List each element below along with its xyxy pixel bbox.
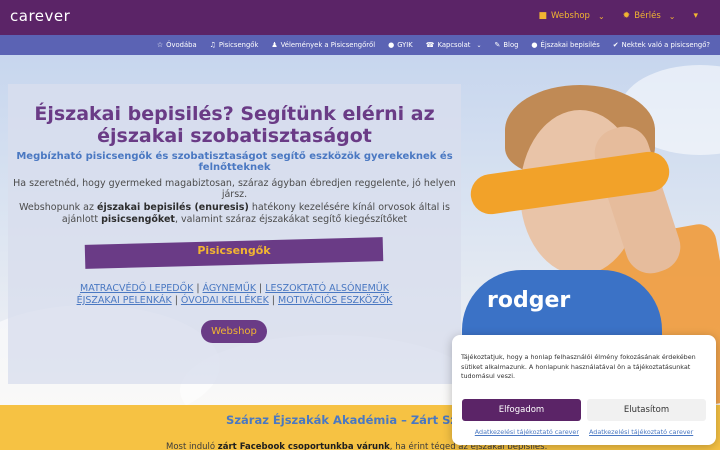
cart-button[interactable]: ▾ bbox=[693, 11, 702, 21]
nav-item-label: Pisicsengők bbox=[218, 41, 259, 49]
cookie-links: Adatkezelési tájékoztató carever Adatkez… bbox=[452, 428, 716, 436]
hero-subtitle: Megbízható pisicsengők és szobatisztaság… bbox=[16, 151, 453, 173]
nav-item-ejszakai-bepisiles[interactable]: ● Éjszakai bepisilés bbox=[531, 41, 599, 49]
nav-item-ovodaba[interactable]: ☆ Óvodába bbox=[157, 41, 197, 49]
nav-item-pisicsengok[interactable]: ♫ Pisicsengők bbox=[210, 41, 259, 49]
webshop-button[interactable]: Webshop bbox=[201, 320, 267, 343]
chevron-down-icon: ⌄ bbox=[597, 11, 605, 21]
hero-image-shirt-logo: rodger bbox=[487, 288, 571, 313]
nav-item-velemenyek[interactable]: ♟ Vélemények a Pisicsengőről bbox=[271, 41, 375, 49]
gear-icon: ✹ bbox=[622, 11, 631, 21]
nav-item-label: Éjszakai bepisilés bbox=[540, 41, 600, 49]
link-leszoktato-alsonemuk[interactable]: LESZOKTATÓ ALSÓNEMŰK bbox=[265, 283, 389, 294]
nav-item-label: GYIK bbox=[397, 41, 413, 49]
rental-menu-label: Bérlés bbox=[634, 11, 661, 21]
hero-description-bold: éjszakai bepisilés (enuresis) bbox=[97, 202, 249, 213]
webshop-menu-label: Webshop bbox=[550, 11, 590, 21]
nav-item-gyik[interactable]: ● GYIK bbox=[388, 41, 413, 49]
blog-icon: ✎ bbox=[494, 41, 501, 49]
category-links-row: MATRACVÉDŐ LEPEDŐK | ÁGYNEMŰK | LESZOKTATÓ A… bbox=[8, 283, 461, 295]
chevron-down-icon: ⌄ bbox=[668, 11, 676, 21]
phone-icon: ☎ bbox=[425, 41, 435, 49]
page-title: Éjszakai bepisilés? Segítünk elérni az é… bbox=[34, 103, 435, 147]
rental-menu[interactable]: ✹ Bérlés ⌄ bbox=[623, 11, 676, 21]
music-icon: ♫ bbox=[209, 41, 216, 49]
check-icon: ✔ bbox=[612, 41, 619, 49]
academy-facebook-link[interactable]: zárt Facebook csoportunkba várunk bbox=[218, 442, 390, 450]
info-icon: ● bbox=[388, 41, 395, 49]
accept-cookies-button[interactable]: Elfogadom bbox=[462, 399, 581, 421]
hero-description-part: , valamint száraz éjszakákat segítő kieg… bbox=[174, 214, 408, 225]
link-ejszakai-pelenkak[interactable]: ÉJSZAKAI PELENKÁK bbox=[77, 295, 172, 306]
chevron-down-icon: ⌄ bbox=[476, 41, 482, 49]
top-bar: carever ■ Webshop ⌄ ✹ Bérlés ⌄ ▾ bbox=[0, 0, 720, 35]
nav-item-label: Kapcsolat bbox=[437, 41, 471, 49]
category-links-row: ÉJSZAKAI PELENKÁK | ÓVODAI KELLÉKEK | MOTIVÁ… bbox=[8, 295, 461, 307]
nav-item-kapcsolat[interactable]: ☎ Kapcsolat ⌄ bbox=[426, 41, 482, 49]
main-nav: ☆ Óvodába ♫ Pisicsengők ♟ Vélemények a P… bbox=[0, 35, 720, 55]
cart-icon: ▾ bbox=[693, 11, 698, 21]
nav-item-label: Vélemények a Pisicsengőről bbox=[280, 41, 376, 49]
hero-intro-text: Ha szeretnéd, hogy gyermeked magabiztosa… bbox=[13, 178, 456, 200]
link-separator: | bbox=[271, 295, 275, 306]
nav-item-blog[interactable]: ✎ Blog bbox=[495, 41, 519, 49]
deny-cookies-button[interactable]: Elutasítom bbox=[587, 399, 706, 421]
star-icon: ☆ bbox=[156, 41, 164, 49]
privacy-policy-link[interactable]: Adatkezelési tájékoztató carever bbox=[589, 428, 693, 436]
hero-description-bold: pisicsengőket bbox=[101, 214, 175, 225]
user-icon: ♟ bbox=[271, 41, 278, 49]
link-separator: | bbox=[196, 283, 200, 294]
nav-item-label: Óvodába bbox=[166, 41, 197, 49]
nav-item-nektek-valo[interactable]: ✔ Nektek való a pisicsengő? bbox=[613, 41, 710, 49]
hero-description: Webshopunk az éjszakai bepisilés (enures… bbox=[8, 202, 461, 226]
hero-description-part: Webshopunk az bbox=[19, 202, 97, 213]
logo[interactable]: carever bbox=[10, 7, 70, 25]
cookie-text: Tájékoztatjuk, hogy a honlap felhasználó… bbox=[461, 353, 696, 380]
top-links: ■ Webshop ⌄ ✹ Bérlés ⌄ ▾ bbox=[520, 11, 702, 21]
logo-text: carever bbox=[10, 7, 71, 25]
info-icon: ● bbox=[531, 41, 538, 49]
category-links: MATRACVÉDŐ LEPEDŐK | ÁGYNEMŰK | LESZOKTATÓ A… bbox=[8, 283, 461, 307]
link-ovodai-kellekek[interactable]: ÓVODAI KELLÉKEK bbox=[181, 295, 269, 306]
nav-item-label: Blog bbox=[503, 41, 519, 49]
link-matracvedo-lepedok[interactable]: MATRACVÉDŐ LEPEDŐK bbox=[80, 283, 193, 294]
link-separator: | bbox=[259, 283, 263, 294]
link-agynemuk[interactable]: ÁGYNEMŰK bbox=[203, 283, 257, 294]
nav-item-label: Nektek való a pisicsengő? bbox=[621, 41, 710, 49]
link-separator: | bbox=[174, 295, 178, 306]
shopping-bag-icon: ■ bbox=[538, 11, 547, 21]
privacy-policy-link[interactable]: Adatkezelési tájékoztató carever bbox=[475, 428, 579, 436]
academy-text-part: Most induló bbox=[166, 442, 218, 450]
pisicsengok-banner-label[interactable]: Pisicsengők bbox=[85, 244, 383, 257]
link-motivacios-eszkozok[interactable]: MOTIVÁCIÓS ESZKÖZÖK bbox=[278, 295, 392, 306]
webshop-menu[interactable]: ■ Webshop ⌄ bbox=[538, 11, 604, 21]
